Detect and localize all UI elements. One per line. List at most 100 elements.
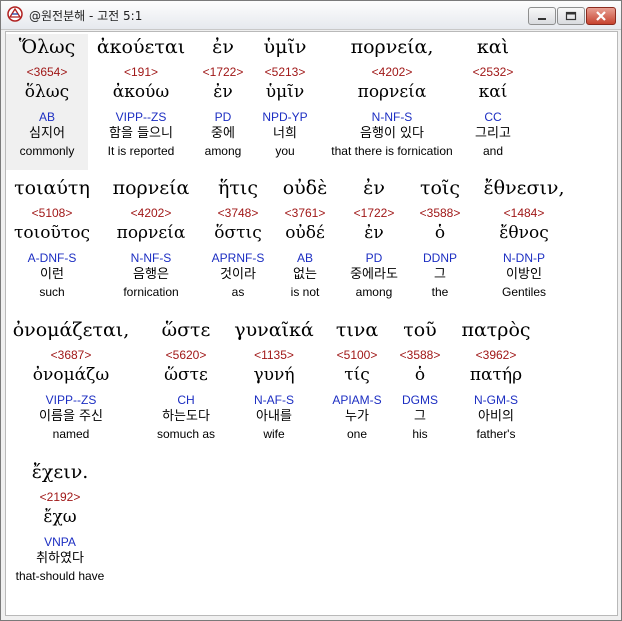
lemma: ὅλως bbox=[24, 82, 70, 102]
word-cell[interactable]: ὥστε <5620> ὥστε CH 하는도다 somuch as bbox=[148, 317, 224, 453]
strong-number: <3588> bbox=[399, 348, 441, 362]
english-gloss: his bbox=[412, 427, 428, 441]
korean-gloss: 음행이 있다 bbox=[360, 126, 424, 141]
lemma: πορνεία bbox=[357, 82, 427, 102]
korean-gloss: 하는도다 bbox=[162, 409, 210, 424]
greek-word: τινα bbox=[335, 319, 379, 341]
parsing-code: NPD-YP bbox=[262, 110, 308, 124]
korean-gloss: 중에 bbox=[211, 126, 235, 141]
lemma: ὥστε bbox=[164, 365, 208, 385]
word-cell[interactable]: καὶ <2532> καί CC 그리고 and bbox=[464, 34, 522, 170]
word-cell[interactable]: ἀκούεται <191> ἀκούω VIPP--ZS 함을 들으니 It … bbox=[94, 34, 188, 170]
english-gloss: father's bbox=[476, 427, 516, 441]
english-gloss: Gentiles bbox=[501, 285, 547, 299]
english-gloss: the bbox=[431, 285, 449, 299]
word-cell[interactable]: τοιαύτη <5108> τοιοῦτος A-DNF-S 이런 such bbox=[6, 175, 98, 311]
greek-word: ὑμῖν bbox=[263, 36, 307, 58]
strong-number: <4202> bbox=[130, 206, 172, 220]
parsing-code: N-AF-S bbox=[254, 393, 294, 407]
word-cell[interactable]: τοῖς <3588> ὁ DDNP 그 the bbox=[412, 175, 468, 311]
interlinear-panel[interactable]: Ὅλως <3654> ὅλως AB 심지어 commonly ἀκούετα… bbox=[5, 31, 618, 616]
word-cell[interactable]: ἐν <1722> ἐν PD 중에라도 among bbox=[340, 175, 408, 311]
lemma: ἐν bbox=[213, 82, 233, 102]
word-cell[interactable]: Ὅλως <3654> ὅλως AB 심지어 commonly bbox=[6, 34, 88, 170]
word-cell[interactable]: οὐδὲ <3761> οὐδέ AB 없는 is not bbox=[276, 175, 334, 311]
english-gloss: that there is fornication bbox=[331, 144, 453, 158]
korean-gloss: 함을 들으니 bbox=[109, 126, 173, 141]
english-gloss: somuch as bbox=[156, 427, 216, 441]
parsing-code: N-NF-S bbox=[130, 251, 172, 265]
lemma: ὅστις bbox=[214, 223, 262, 243]
word-cell[interactable]: τινα <5100> τίς APIAM-S 누가 one bbox=[326, 317, 388, 453]
word-cell[interactable]: ἔθνεσιν, <1484> ἔθνος N-DN-P 이방인 Gentile… bbox=[474, 175, 574, 311]
maximize-button[interactable] bbox=[557, 7, 585, 25]
lemma: τίς bbox=[344, 365, 370, 385]
strong-number: <2192> bbox=[39, 490, 81, 504]
strong-number: <5620> bbox=[165, 348, 207, 362]
lemma: ὀνομάζω bbox=[32, 365, 110, 385]
english-gloss: that-should have bbox=[15, 569, 105, 583]
word-cell[interactable]: ἔχειν. <2192> ἔχω VNPA 취하였다 that-should … bbox=[8, 459, 112, 595]
lemma: τοιοῦτος bbox=[13, 223, 91, 243]
word-cell[interactable]: πορνεία, <4202> πορνεία N-NF-S 음행이 있다 th… bbox=[322, 34, 462, 170]
parsing-code: CC bbox=[484, 110, 502, 124]
app-window: @원전분해 - 고전 5:1 Ὅλως <3654> ὅλως AB 심지어 c… bbox=[0, 0, 622, 621]
lemma: καί bbox=[478, 82, 508, 102]
english-gloss: is not bbox=[290, 285, 320, 299]
close-button[interactable] bbox=[586, 7, 616, 25]
app-icon bbox=[7, 6, 23, 22]
greek-word: ὀνομάζεται, bbox=[12, 319, 130, 341]
lemma: πατήρ bbox=[469, 365, 523, 385]
word-cell[interactable]: ὀνομάζεται, <3687> ὀνομάζω VIPP--ZS 이름을 … bbox=[6, 317, 136, 453]
minimize-button[interactable] bbox=[528, 7, 556, 25]
greek-word: τοιαύτη bbox=[14, 177, 90, 199]
word-cell[interactable]: ὑμῖν <5213> ὑμῖν NPD-YP 너희 you bbox=[254, 34, 316, 170]
parsing-code: AB bbox=[38, 110, 55, 124]
strong-number: <3761> bbox=[284, 206, 326, 220]
parsing-code: VIPP--ZS bbox=[45, 393, 97, 407]
korean-gloss: 아내를 bbox=[256, 409, 292, 424]
word-cell[interactable]: γυναῖκά <1135> γυνή N-AF-S 아내를 wife bbox=[228, 317, 320, 453]
close-icon bbox=[596, 11, 606, 21]
english-gloss: among bbox=[355, 285, 393, 299]
minimize-icon bbox=[538, 18, 546, 20]
korean-gloss: 것이라 bbox=[220, 267, 256, 282]
parsing-code: N-GM-S bbox=[474, 393, 518, 407]
lemma: γυνή bbox=[253, 365, 295, 385]
greek-word: ὥστε bbox=[161, 319, 211, 341]
title-bar[interactable]: @원전분해 - 고전 5:1 bbox=[1, 1, 621, 30]
korean-gloss: 이름을 주신 bbox=[39, 409, 103, 424]
strong-number: <191> bbox=[123, 65, 159, 79]
parsing-code: N-DN-P bbox=[503, 251, 545, 265]
word-cell[interactable]: ἥτις <3748> ὅστις APRNF-S 것이라 as bbox=[202, 175, 274, 311]
korean-gloss: 심지어 bbox=[29, 126, 65, 141]
korean-gloss: 너희 bbox=[273, 126, 297, 141]
korean-gloss: 이런 bbox=[40, 267, 64, 282]
strong-number: <1722> bbox=[202, 65, 244, 79]
parsing-code: VIPP--ZS bbox=[115, 110, 167, 124]
strong-number: <1135> bbox=[254, 348, 294, 362]
greek-word: καὶ bbox=[476, 36, 510, 58]
parsing-code: PD bbox=[365, 251, 383, 265]
strong-number: <5213> bbox=[264, 65, 306, 79]
strong-number: <3654> bbox=[26, 65, 68, 79]
korean-gloss: 취하였다 bbox=[36, 551, 84, 566]
english-gloss: and bbox=[482, 144, 504, 158]
word-cell[interactable]: ἐν <1722> ἐν PD 중에 among bbox=[198, 34, 248, 170]
greek-word: ἔθνεσιν, bbox=[483, 177, 565, 199]
parsing-code: APRNF-S bbox=[211, 251, 265, 265]
lemma: ἀκούω bbox=[112, 82, 170, 102]
greek-word: τοῖς bbox=[419, 177, 461, 199]
korean-gloss: 그리고 bbox=[475, 126, 511, 141]
greek-word: πορνεία, bbox=[350, 36, 434, 58]
strong-number: <1484> bbox=[503, 206, 545, 220]
lemma: οὐδέ bbox=[285, 223, 325, 243]
word-cell[interactable]: πατρὸς <3962> πατήρ N-GM-S 아비의 father's bbox=[454, 317, 538, 453]
greek-word: γυναῖκά bbox=[234, 319, 314, 341]
korean-gloss: 누가 bbox=[345, 409, 369, 424]
word-cell[interactable]: τοῦ <3588> ὁ DGMS 그 his bbox=[394, 317, 446, 453]
word-cell[interactable]: πορνεία <4202> πορνεία N-NF-S 음행은 fornic… bbox=[106, 175, 196, 311]
strong-number: <2532> bbox=[472, 65, 514, 79]
parsing-code: DDNP bbox=[422, 251, 457, 265]
english-gloss: commonly bbox=[19, 144, 75, 158]
